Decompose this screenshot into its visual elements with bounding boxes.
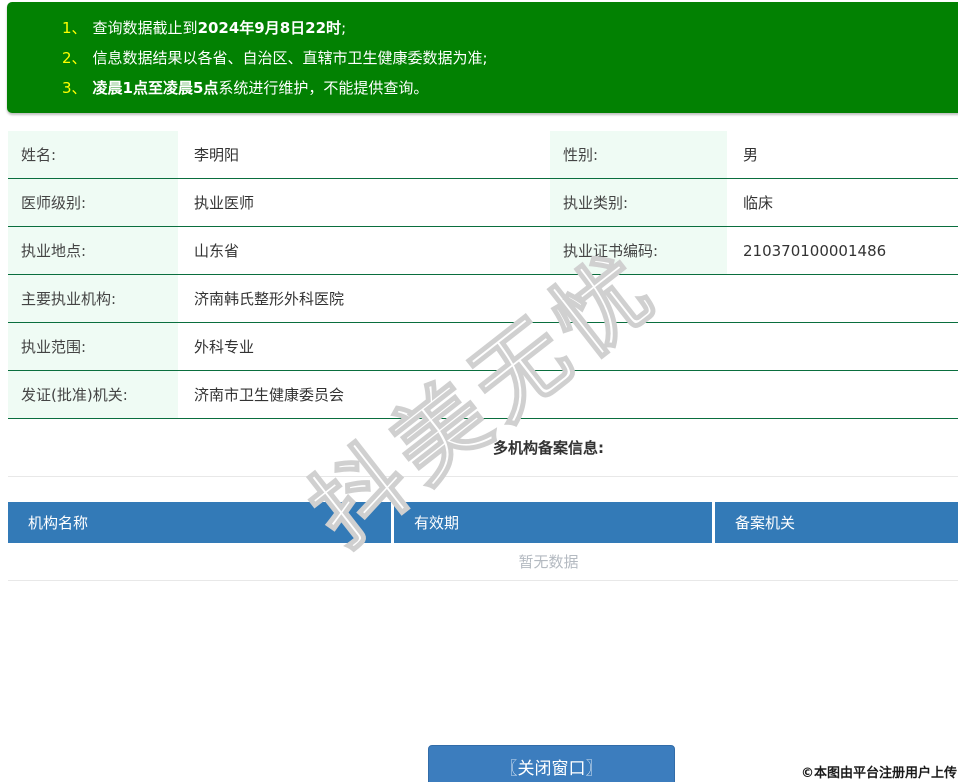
column-header-institution-name: 机构名称 — [28, 514, 89, 532]
table-row: 主要执业机构: 济南韩氏整形外科医院 — [8, 275, 958, 323]
notice-number: 1、 — [62, 19, 87, 37]
field-label-practice-category: 执业类别: — [550, 179, 727, 226]
field-value-practice-scope: 外科专业 — [194, 338, 255, 356]
close-window-button[interactable]: 〖关闭窗口〗 — [428, 745, 675, 782]
multi-org-table: 机构名称 有效期 备案机关 暂无数据 — [8, 502, 958, 581]
notice-number: 3、 — [62, 79, 87, 97]
field-label-certificate-number: 执业证书编码: — [550, 227, 727, 274]
notice-text: 查询数据截止到 — [92, 19, 198, 37]
field-label-name: 姓名: — [8, 131, 178, 178]
table-row: 发证(批准)机关: 济南市卫生健康委员会 — [8, 371, 958, 419]
table-row: 执业范围: 外科专业 — [8, 323, 958, 371]
notice-banner: 1、 查询数据截止到2024年9月8日22时; 2、 信息数据结果以各省、自治区、直… — [7, 2, 958, 113]
page-container: 1、 查询数据截止到2024年9月8日22时; 2、 信息数据结果以各省、自治区、直… — [7, 0, 958, 782]
notice-text-bold: 2024年9月8日22时 — [197, 19, 342, 37]
field-value-gender: 男 — [743, 146, 759, 164]
table-row: 姓名: 李明阳 性别: 男 — [8, 131, 958, 179]
field-label-gender: 性别: — [550, 131, 727, 178]
notice-text: 系统进行维护，不能提供查询。 — [218, 79, 429, 97]
column-header-validity-period: 有效期 — [391, 502, 712, 543]
field-value-issuing-authority: 济南市卫生健康委员会 — [194, 386, 345, 404]
field-value-certificate-number: 210370100001486 — [743, 241, 887, 260]
field-value-doctor-level: 执业医师 — [194, 194, 255, 212]
notice-number: 2、 — [62, 49, 87, 67]
field-label-practice-location: 执业地点: — [8, 227, 178, 274]
notice-line: 3、 凌晨1点至凌晨5点系统进行维护，不能提供查询。 — [62, 73, 958, 103]
field-label-main-institution: 主要执业机构: — [8, 275, 178, 322]
notice-text: ; — [341, 19, 347, 37]
column-header-record-authority: 备案机关 — [712, 502, 958, 543]
notice-line: 2、 信息数据结果以各省、自治区、直辖市卫生健康委数据为准; — [62, 43, 958, 73]
field-label-doctor-level: 医师级别: — [8, 179, 178, 226]
field-value-practice-location: 山东省 — [194, 242, 240, 260]
table-row: 执业地点: 山东省 执业证书编码: 210370100001486 — [8, 227, 958, 275]
copyright-watermark: ©本图由平台注册用户上传 — [800, 766, 957, 781]
field-label-issuing-authority: 发证(批准)机关: — [8, 371, 178, 418]
notice-line: 1、 查询数据截止到2024年9月8日22时; — [62, 13, 958, 43]
multi-org-table-header: 机构名称 有效期 备案机关 — [8, 502, 958, 543]
field-value-name: 李明阳 — [194, 146, 240, 164]
field-value-main-institution: 济南韩氏整形外科医院 — [194, 290, 345, 308]
practitioner-info-table: 姓名: 李明阳 性别: 男 医师级别: 执业医师 执业类别: 临床 执业地点: … — [8, 131, 958, 419]
notice-text: 信息数据结果以各省、自治区、直辖市卫生健康委数据为准; — [92, 49, 488, 67]
notice-text-bold: 凌晨1点至凌晨5点 — [92, 79, 219, 97]
multi-org-section-title: 多机构备案信息: — [8, 419, 958, 477]
empty-data-row: 暂无数据 — [8, 543, 958, 581]
table-row: 医师级别: 执业医师 执业类别: 临床 — [8, 179, 958, 227]
field-label-practice-scope: 执业范围: — [8, 323, 178, 370]
field-value-practice-category: 临床 — [743, 194, 774, 212]
